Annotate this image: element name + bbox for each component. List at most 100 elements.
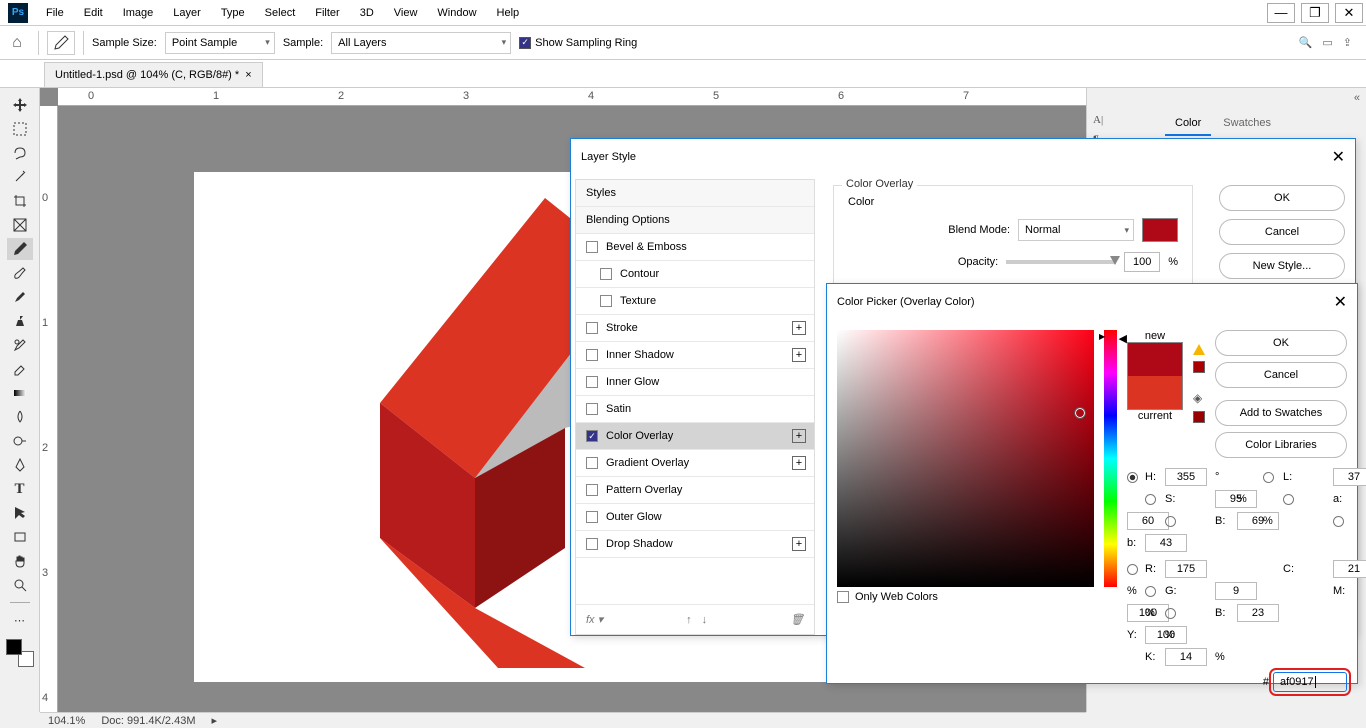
- frame-tool[interactable]: [7, 214, 33, 236]
- ls-gradient-overlay[interactable]: Gradient Overlay+: [576, 450, 814, 477]
- add-color-overlay-icon[interactable]: +: [792, 429, 806, 443]
- s-radio[interactable]: [1145, 494, 1156, 505]
- b-rgb-radio[interactable]: [1165, 608, 1176, 619]
- zoom-tool[interactable]: [7, 574, 33, 596]
- workspace-icon[interactable]: ▭: [1322, 36, 1332, 49]
- add-stroke-icon[interactable]: +: [792, 321, 806, 335]
- minimize-button[interactable]: —: [1267, 3, 1295, 23]
- ls-styles[interactable]: Styles: [576, 180, 814, 207]
- opacity-slider[interactable]: [1006, 260, 1116, 264]
- path-selection-tool[interactable]: [7, 502, 33, 524]
- color-saturation-field[interactable]: [837, 330, 1094, 587]
- swatches-panel-tab[interactable]: Swatches: [1213, 112, 1281, 136]
- opacity-input[interactable]: 100: [1124, 252, 1160, 272]
- eraser-tool[interactable]: [7, 358, 33, 380]
- color-picker-close-icon[interactable]: ✕: [1334, 292, 1347, 312]
- b-hsb-radio[interactable]: [1165, 516, 1176, 527]
- sample-size-select[interactable]: Point Sample: [165, 32, 275, 54]
- ls-color-overlay[interactable]: ✓Color Overlay+: [576, 423, 814, 450]
- search-icon[interactable]: 🔍: [1299, 36, 1313, 49]
- gradient-tool[interactable]: [7, 382, 33, 404]
- sample-select[interactable]: All Layers: [331, 32, 511, 54]
- gamut-warning-icon[interactable]: [1193, 344, 1205, 355]
- rectangle-tool[interactable]: [7, 526, 33, 548]
- cp-cancel-button[interactable]: Cancel: [1215, 362, 1347, 388]
- ls-pattern-overlay[interactable]: Pattern Overlay: [576, 477, 814, 504]
- doc-info-chevron-icon[interactable]: ▸: [211, 714, 217, 727]
- color-hue-slider[interactable]: ▶◀: [1104, 330, 1117, 587]
- a-input[interactable]: [1127, 512, 1169, 530]
- hand-tool[interactable]: [7, 550, 33, 572]
- k-input[interactable]: [1165, 648, 1207, 666]
- cube-icon[interactable]: ◈: [1193, 391, 1205, 405]
- ls-inner-shadow[interactable]: Inner Shadow+: [576, 342, 814, 369]
- menu-edit[interactable]: Edit: [74, 3, 113, 23]
- home-icon[interactable]: ⌂: [4, 31, 30, 55]
- history-brush-tool[interactable]: [7, 334, 33, 356]
- only-web-colors-checkbox[interactable]: Only Web Colors: [837, 591, 938, 603]
- menu-image[interactable]: Image: [113, 3, 164, 23]
- ls-contour[interactable]: Contour: [576, 261, 814, 288]
- healing-brush-tool[interactable]: [7, 262, 33, 284]
- b-lab-radio[interactable]: [1333, 516, 1344, 527]
- zoom-level[interactable]: 104.1%: [48, 715, 85, 727]
- add-to-swatches-button[interactable]: Add to Swatches: [1215, 400, 1347, 426]
- gamut-warning-swatch[interactable]: [1193, 361, 1205, 373]
- ls-texture[interactable]: Texture: [576, 288, 814, 315]
- ls-ok-button[interactable]: OK: [1219, 185, 1345, 211]
- brush-tool[interactable]: [7, 286, 33, 308]
- ls-drop-shadow[interactable]: Drop Shadow+: [576, 531, 814, 558]
- g-radio[interactable]: [1145, 586, 1156, 597]
- move-up-icon[interactable]: ↑: [686, 614, 692, 626]
- lasso-tool[interactable]: [7, 142, 33, 164]
- ls-inner-glow[interactable]: Inner Glow: [576, 369, 814, 396]
- menu-view[interactable]: View: [384, 3, 428, 23]
- edit-toolbar-icon[interactable]: ⋯: [7, 609, 33, 631]
- share-icon[interactable]: ⇪: [1343, 36, 1352, 49]
- blur-tool[interactable]: [7, 406, 33, 428]
- ls-cancel-button[interactable]: Cancel: [1219, 219, 1345, 245]
- hex-input[interactable]: af0917: [1273, 672, 1347, 692]
- tool-preset-picker[interactable]: [47, 31, 75, 55]
- fx-menu-icon[interactable]: fx ▾: [586, 613, 603, 626]
- collapse-panel-icon[interactable]: «: [1354, 92, 1360, 104]
- ls-stroke[interactable]: Stroke+: [576, 315, 814, 342]
- menu-type[interactable]: Type: [211, 3, 255, 23]
- clone-stamp-tool[interactable]: [7, 310, 33, 332]
- r-input[interactable]: [1165, 560, 1207, 578]
- marquee-tool[interactable]: [7, 118, 33, 140]
- crop-tool[interactable]: [7, 190, 33, 212]
- b-rgb-input[interactable]: [1237, 604, 1279, 622]
- blend-mode-select[interactable]: Normal: [1018, 219, 1134, 241]
- maximize-button[interactable]: ❐: [1301, 3, 1329, 23]
- type-tool[interactable]: T: [7, 478, 33, 500]
- l-input[interactable]: [1333, 468, 1366, 486]
- menu-help[interactable]: Help: [487, 3, 530, 23]
- dodge-tool[interactable]: [7, 430, 33, 452]
- add-gradient-overlay-icon[interactable]: +: [792, 456, 806, 470]
- move-tool[interactable]: [7, 94, 33, 116]
- close-tab-icon[interactable]: ×: [245, 69, 251, 81]
- color-cursor[interactable]: [1075, 408, 1085, 418]
- b-lab-input[interactable]: [1145, 534, 1187, 552]
- menu-filter[interactable]: Filter: [305, 3, 349, 23]
- overlay-color-swatch[interactable]: [1142, 218, 1178, 242]
- h-radio[interactable]: [1127, 472, 1138, 483]
- menu-file[interactable]: File: [36, 3, 74, 23]
- menu-window[interactable]: Window: [427, 3, 486, 23]
- menu-3d[interactable]: 3D: [350, 3, 384, 23]
- add-drop-shadow-icon[interactable]: +: [792, 537, 806, 551]
- menu-layer[interactable]: Layer: [163, 3, 211, 23]
- color-panel-tab[interactable]: Color: [1165, 112, 1211, 136]
- h-input[interactable]: [1165, 468, 1207, 486]
- color-libraries-button[interactable]: Color Libraries: [1215, 432, 1347, 458]
- character-panel-icon[interactable]: A|: [1093, 114, 1119, 126]
- cp-ok-button[interactable]: OK: [1215, 330, 1347, 356]
- g-input[interactable]: [1215, 582, 1257, 600]
- ls-blending-options[interactable]: Blending Options: [576, 207, 814, 234]
- pen-tool[interactable]: [7, 454, 33, 476]
- current-color-swatch[interactable]: [1128, 376, 1182, 409]
- ls-satin[interactable]: Satin: [576, 396, 814, 423]
- ls-new-style-button[interactable]: New Style...: [1219, 253, 1345, 279]
- c-input[interactable]: [1333, 560, 1366, 578]
